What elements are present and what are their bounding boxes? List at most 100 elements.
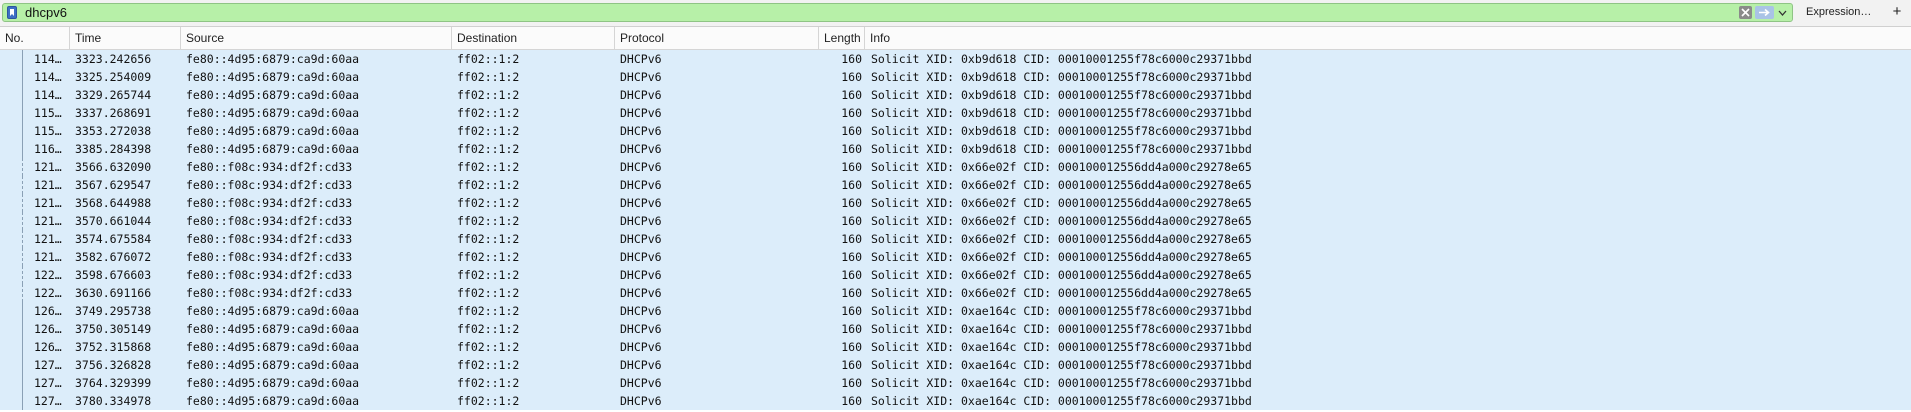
packet-row[interactable]: 121… 3567.629547 fe80::f08c:934:df2f:cd33 f… [0, 176, 1911, 194]
packet-destination: ff02::1:2 [457, 322, 520, 336]
packet-source: fe80::4d95:6879:ca9d:60aa [186, 394, 360, 408]
packet-destination: ff02::1:2 [457, 358, 520, 372]
packet-row[interactable]: 116… 3385.284398 fe80::4d95:6879:ca9d:60aa… [0, 140, 1911, 158]
packet-source: fe80::f08c:934:df2f:cd33 [186, 286, 353, 300]
packet-number: 121… [34, 214, 62, 228]
bookmark-icon[interactable] [5, 5, 19, 20]
packet-source: fe80::f08c:934:df2f:cd33 [186, 232, 353, 246]
column-header-protocol[interactable]: Protocol [615, 27, 819, 49]
packet-destination: ff02::1:2 [457, 160, 520, 174]
packet-number: 121… [34, 160, 62, 174]
packet-info: Solicit XID: 0x66e02f CID: 000100012556d… [871, 232, 1252, 246]
display-filter-toolbar: dhcpv6 Expression… + [0, 0, 1911, 27]
packet-number: 122… [34, 286, 62, 300]
packet-length: 160 [841, 160, 862, 174]
packet-info: Solicit XID: 0x66e02f CID: 000100012556d… [871, 250, 1252, 264]
packet-list-header: No. Time Source Destination Protocol Len… [0, 27, 1911, 50]
column-header-destination[interactable]: Destination [452, 27, 615, 49]
packet-row[interactable]: 127… 3764.329399 fe80::4d95:6879:ca9d:60aa… [0, 374, 1911, 392]
packet-number: 121… [34, 232, 62, 246]
packet-destination: ff02::1:2 [457, 142, 520, 156]
packet-protocol: DHCPv6 [620, 340, 662, 354]
packet-info: Solicit XID: 0xb9d618 CID: 00010001255f7… [871, 52, 1252, 66]
column-header-length[interactable]: Length [819, 27, 865, 49]
packet-source: fe80::4d95:6879:ca9d:60aa [186, 142, 360, 156]
filter-text[interactable]: dhcpv6 [25, 4, 67, 21]
packet-time: 3325.254009 [75, 70, 152, 84]
packet-time: 3780.334978 [75, 394, 152, 408]
column-header-no[interactable]: No. [0, 27, 70, 49]
conversation-line [22, 284, 23, 302]
packet-number: 121… [34, 196, 62, 210]
packet-destination: ff02::1:2 [457, 232, 520, 246]
clear-filter-icon[interactable] [1739, 6, 1752, 19]
packet-row[interactable]: 121… 3574.675584 fe80::f08c:934:df2f:cd33 f… [0, 230, 1911, 248]
packet-info: Solicit XID: 0x66e02f CID: 000100012556d… [871, 214, 1252, 228]
packet-destination: ff02::1:2 [457, 394, 520, 408]
packet-info: Solicit XID: 0x66e02f CID: 000100012556d… [871, 286, 1252, 300]
packet-length: 160 [841, 124, 862, 138]
packet-number: 126… [34, 304, 62, 318]
packet-time: 3750.305149 [75, 322, 152, 336]
chevron-down-icon[interactable] [1776, 6, 1789, 19]
packet-number: 127… [34, 376, 62, 390]
conversation-line [22, 356, 23, 374]
packet-row[interactable]: 115… 3337.268691 fe80::4d95:6879:ca9d:60aa… [0, 104, 1911, 122]
packet-info: Solicit XID: 0xb9d618 CID: 00010001255f7… [871, 70, 1252, 84]
packet-row[interactable]: 126… 3750.305149 fe80::4d95:6879:ca9d:60aa… [0, 320, 1911, 338]
packet-protocol: DHCPv6 [620, 250, 662, 264]
conversation-line [22, 212, 23, 230]
packet-row[interactable]: 121… 3568.644988 fe80::f08c:934:df2f:cd33 f… [0, 194, 1911, 212]
add-filter-button[interactable]: + [1889, 2, 1905, 22]
conversation-line [22, 104, 23, 122]
packet-row[interactable]: 127… 3756.326828 fe80::4d95:6879:ca9d:60aa… [0, 356, 1911, 374]
packet-destination: ff02::1:2 [457, 268, 520, 282]
packet-row[interactable]: 126… 3749.295738 fe80::4d95:6879:ca9d:60aa… [0, 302, 1911, 320]
packet-length: 160 [841, 394, 862, 408]
conversation-line [22, 392, 23, 410]
packet-length: 160 [841, 178, 862, 192]
packet-row[interactable]: 121… 3582.676072 fe80::f08c:934:df2f:cd33 f… [0, 248, 1911, 266]
packet-info: Solicit XID: 0xae164c CID: 00010001255f7… [871, 394, 1252, 408]
packet-row[interactable]: 121… 3570.661044 fe80::f08c:934:df2f:cd33 f… [0, 212, 1911, 230]
packet-time: 3749.295738 [75, 304, 152, 318]
conversation-line [22, 374, 23, 392]
packet-row[interactable]: 114… 3329.265744 fe80::4d95:6879:ca9d:60aa… [0, 86, 1911, 104]
column-header-source[interactable]: Source [181, 27, 452, 49]
apply-filter-arrow-icon[interactable] [1755, 6, 1774, 19]
packet-number: 121… [34, 250, 62, 264]
display-filter-input[interactable]: dhcpv6 [2, 3, 1793, 22]
packet-row[interactable]: 122… 3598.676603 fe80::f08c:934:df2f:cd33 f… [0, 266, 1911, 284]
packet-length: 160 [841, 70, 862, 84]
packet-time: 3598.676603 [75, 268, 152, 282]
packet-source: fe80::4d95:6879:ca9d:60aa [186, 376, 360, 390]
packet-destination: ff02::1:2 [457, 340, 520, 354]
packet-time: 3568.644988 [75, 196, 152, 210]
packet-source: fe80::f08c:934:df2f:cd33 [186, 160, 353, 174]
packet-source: fe80::4d95:6879:ca9d:60aa [186, 304, 360, 318]
packet-protocol: DHCPv6 [620, 52, 662, 66]
packet-row[interactable]: 114… 3325.254009 fe80::4d95:6879:ca9d:60aa… [0, 68, 1911, 86]
conversation-line [22, 338, 23, 356]
packet-destination: ff02::1:2 [457, 286, 520, 300]
conversation-line [22, 266, 23, 284]
packet-length: 160 [841, 358, 862, 372]
packet-protocol: DHCPv6 [620, 106, 662, 120]
packet-number: 114… [34, 52, 62, 66]
packet-row[interactable]: 126… 3752.315868 fe80::4d95:6879:ca9d:60aa… [0, 338, 1911, 356]
conversation-line [22, 302, 23, 320]
packet-info: Solicit XID: 0x66e02f CID: 000100012556d… [871, 160, 1252, 174]
packet-info: Solicit XID: 0xb9d618 CID: 00010001255f7… [871, 88, 1252, 102]
packet-row[interactable]: 127… 3780.334978 fe80::4d95:6879:ca9d:60aa… [0, 392, 1911, 410]
column-header-time[interactable]: Time [70, 27, 181, 49]
packet-number: 126… [34, 340, 62, 354]
packet-source: fe80::f08c:934:df2f:cd33 [186, 268, 353, 282]
expression-button[interactable]: Expression… [1806, 3, 1871, 22]
packet-row[interactable]: 121… 3566.632090 fe80::f08c:934:df2f:cd33 f… [0, 158, 1911, 176]
column-header-info[interactable]: Info [865, 27, 1911, 49]
packet-destination: ff02::1:2 [457, 52, 520, 66]
packet-row[interactable]: 115… 3353.272038 fe80::4d95:6879:ca9d:60aa… [0, 122, 1911, 140]
packet-row[interactable]: 114… 3323.242656 fe80::4d95:6879:ca9d:60aa… [0, 50, 1911, 68]
packet-row[interactable]: 122… 3630.691166 fe80::f08c:934:df2f:cd33 f… [0, 284, 1911, 302]
packet-destination: ff02::1:2 [457, 178, 520, 192]
